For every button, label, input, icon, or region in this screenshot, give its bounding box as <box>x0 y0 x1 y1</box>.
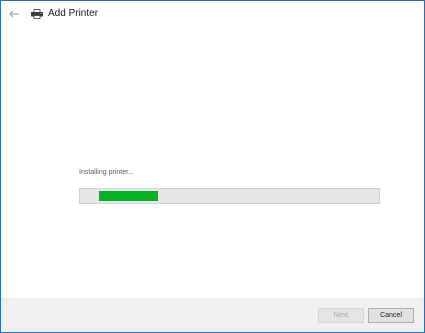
cancel-button[interactable]: Cancel <box>368 308 414 323</box>
printer-icon <box>31 9 43 19</box>
title-bar: Add Printer <box>1 1 424 27</box>
add-printer-window: Add Printer Installing printer... Next C… <box>0 0 425 333</box>
install-progress-fill <box>99 191 158 201</box>
install-status-text: Installing printer... <box>79 169 134 176</box>
dialog-footer: Next Cancel <box>1 298 424 332</box>
window-title: Add Printer <box>48 8 99 19</box>
install-progress-bar <box>79 188 380 204</box>
back-button[interactable] <box>6 6 22 22</box>
arrow-left-icon <box>9 10 19 18</box>
next-button[interactable]: Next <box>318 308 364 323</box>
